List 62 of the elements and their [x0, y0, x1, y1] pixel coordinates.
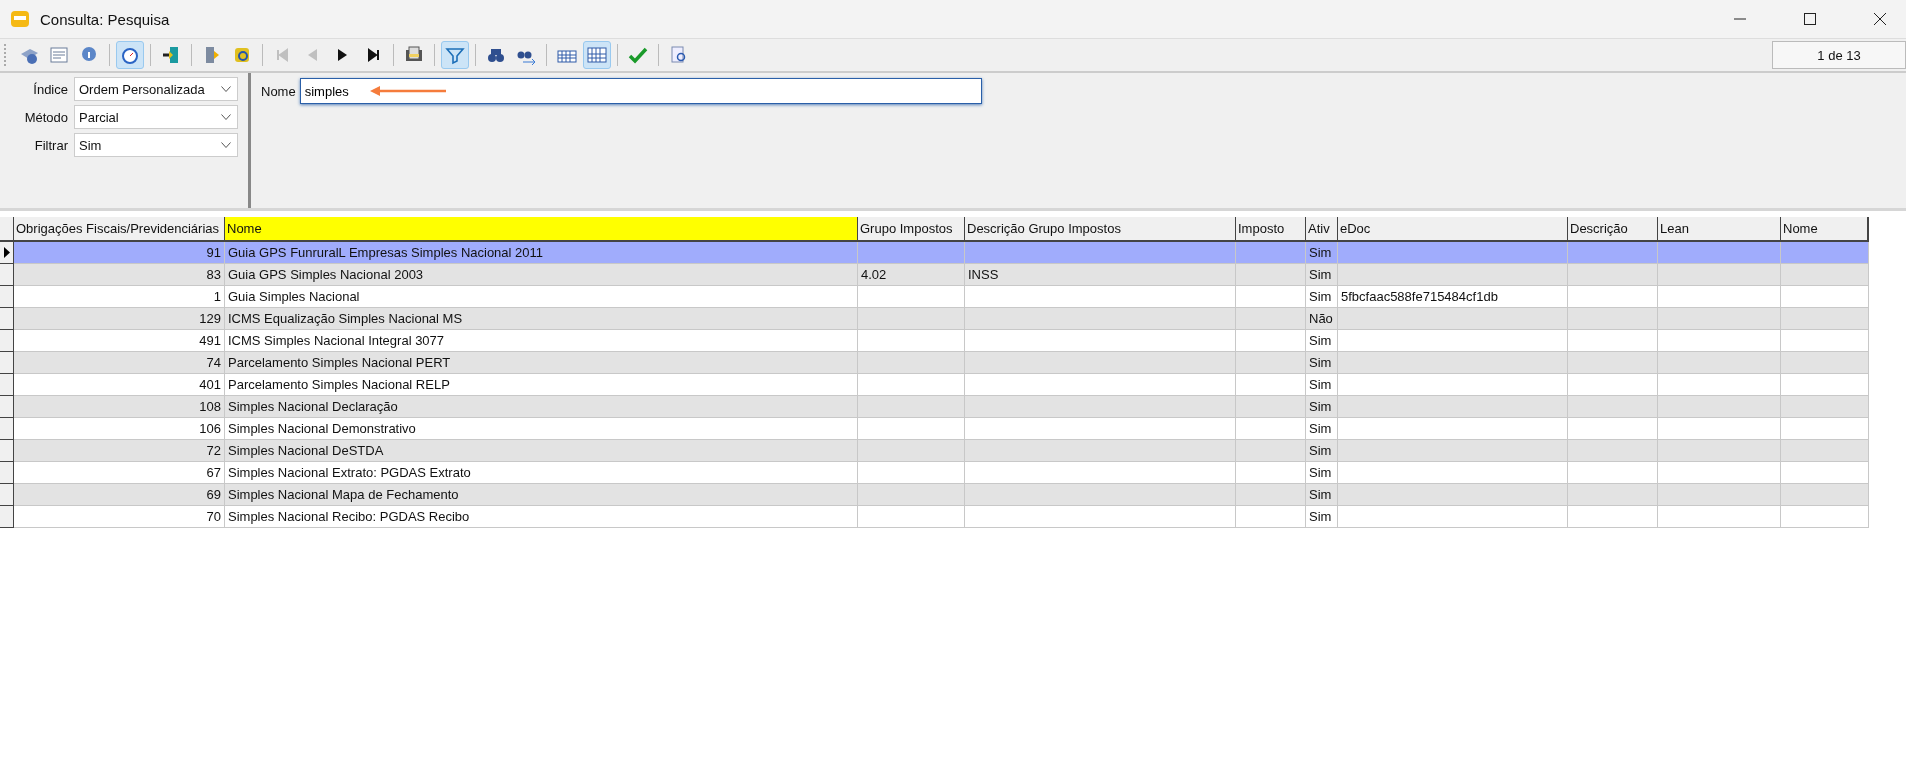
table-row[interactable]: 129 ICMS Equalização Simples Nacional MS Não	[0, 308, 1869, 330]
table-row[interactable]: 108 Simples Nacional Declaração Sim	[0, 396, 1869, 418]
table-row[interactable]: 67 Simples Nacional Extrato: PGDAS Extrato Sim	[0, 462, 1869, 484]
column-header[interactable]: Descrição Grupo Impostos	[965, 217, 1236, 240]
current-row-icon	[3, 247, 10, 258]
table-cell	[1236, 506, 1306, 528]
filter-label: Índice	[32, 81, 68, 97]
row-indicator[interactable]	[0, 308, 14, 330]
row-indicator[interactable]	[0, 440, 14, 462]
table-cell: Simples Nacional Recibo: PGDAS Recibo	[225, 506, 858, 528]
grid-select-button[interactable]	[583, 41, 611, 69]
column-header[interactable]: Lean	[1658, 217, 1781, 240]
column-header[interactable]: Imposto	[1236, 217, 1306, 240]
row-indicator[interactable]	[0, 264, 14, 286]
stopwatch-button[interactable]	[116, 41, 144, 69]
close-icon[interactable]	[1874, 13, 1886, 25]
chevron-down-icon	[221, 86, 231, 92]
row-indicator[interactable]	[0, 352, 14, 374]
record-counter: 1 de 13	[1772, 41, 1906, 69]
column-header[interactable]: Descrição	[1568, 217, 1658, 240]
table-row[interactable]: 106 Simples Nacional Demonstrativo Sim	[0, 418, 1869, 440]
grid-select-icon	[586, 44, 608, 66]
row-indicator[interactable]	[0, 330, 14, 352]
window-title: Consulta: Pesquisa	[40, 10, 170, 28]
form-icon	[48, 44, 70, 66]
app-logo-icon	[10, 9, 30, 29]
table-row[interactable]: 83 Guia GPS Simples Nacional 2003 4.02 INSS Sim	[0, 264, 1869, 286]
search-label: Nome	[261, 84, 296, 99]
column-header[interactable]: Ativ	[1306, 217, 1338, 240]
row-indicator[interactable]	[0, 484, 14, 506]
search-field[interactable]: simples	[299, 78, 982, 104]
table-row[interactable]: 74 Parcelamento Simples Nacional PERT Sim	[0, 352, 1869, 374]
filter-label: Método	[23, 109, 68, 125]
row-indicator[interactable]	[0, 374, 14, 396]
table-row[interactable]: 491 ICMS Simples Nacional Integral 3077 Sim	[0, 330, 1869, 352]
filter-dropdown[interactable]: Sim	[74, 133, 238, 157]
column-header[interactable]: Nome	[225, 217, 858, 240]
table-cell: 70	[14, 506, 225, 528]
filter-dropdown[interactable]: Parcial	[74, 105, 238, 129]
table-row[interactable]: 401 Parcelamento Simples Nacional RELP Sim	[0, 374, 1869, 396]
filter-label: Filtrar	[33, 137, 68, 153]
chevron-down-icon	[221, 142, 231, 148]
column-header[interactable]: Grupo Impostos	[858, 217, 965, 240]
column-header[interactable]: eDoc	[1338, 217, 1568, 240]
table-cell: Sim	[1306, 506, 1338, 528]
column-header[interactable]: Nome	[1781, 217, 1869, 240]
row-indicator[interactable]	[0, 286, 14, 308]
row-indicator[interactable]	[0, 506, 14, 528]
row-indicator[interactable]	[0, 418, 14, 440]
table-row[interactable]: 72 Simples Nacional DeSTDA Sim	[0, 440, 1869, 462]
row-indicator[interactable]	[0, 462, 14, 484]
row-indicator[interactable]	[0, 396, 14, 418]
table-row[interactable]: 91 Guia GPS FunruralL Empresas Simples Nacional 2011 Sim	[0, 242, 1869, 264]
maximize-icon[interactable]	[1804, 13, 1816, 25]
chevron-down-icon	[221, 114, 231, 120]
filter-button[interactable]	[441, 41, 469, 69]
table-row[interactable]: 1 Guia Simples Nacional Sim 5fbcfaac588fe715484cf1db	[0, 286, 1869, 308]
filter-dropdown[interactable]: Ordem Personalizada	[74, 77, 238, 101]
column-header[interactable]: Obrigações Fiscais/Previdenciárias	[14, 217, 225, 240]
table-row[interactable]: 70 Simples Nacional Recibo: PGDAS Recibo Sim	[0, 506, 1869, 528]
row-indicator[interactable]	[0, 242, 14, 264]
table-row[interactable]: 69 Simples Nacional Mapa de Fechamento Sim	[0, 484, 1869, 506]
